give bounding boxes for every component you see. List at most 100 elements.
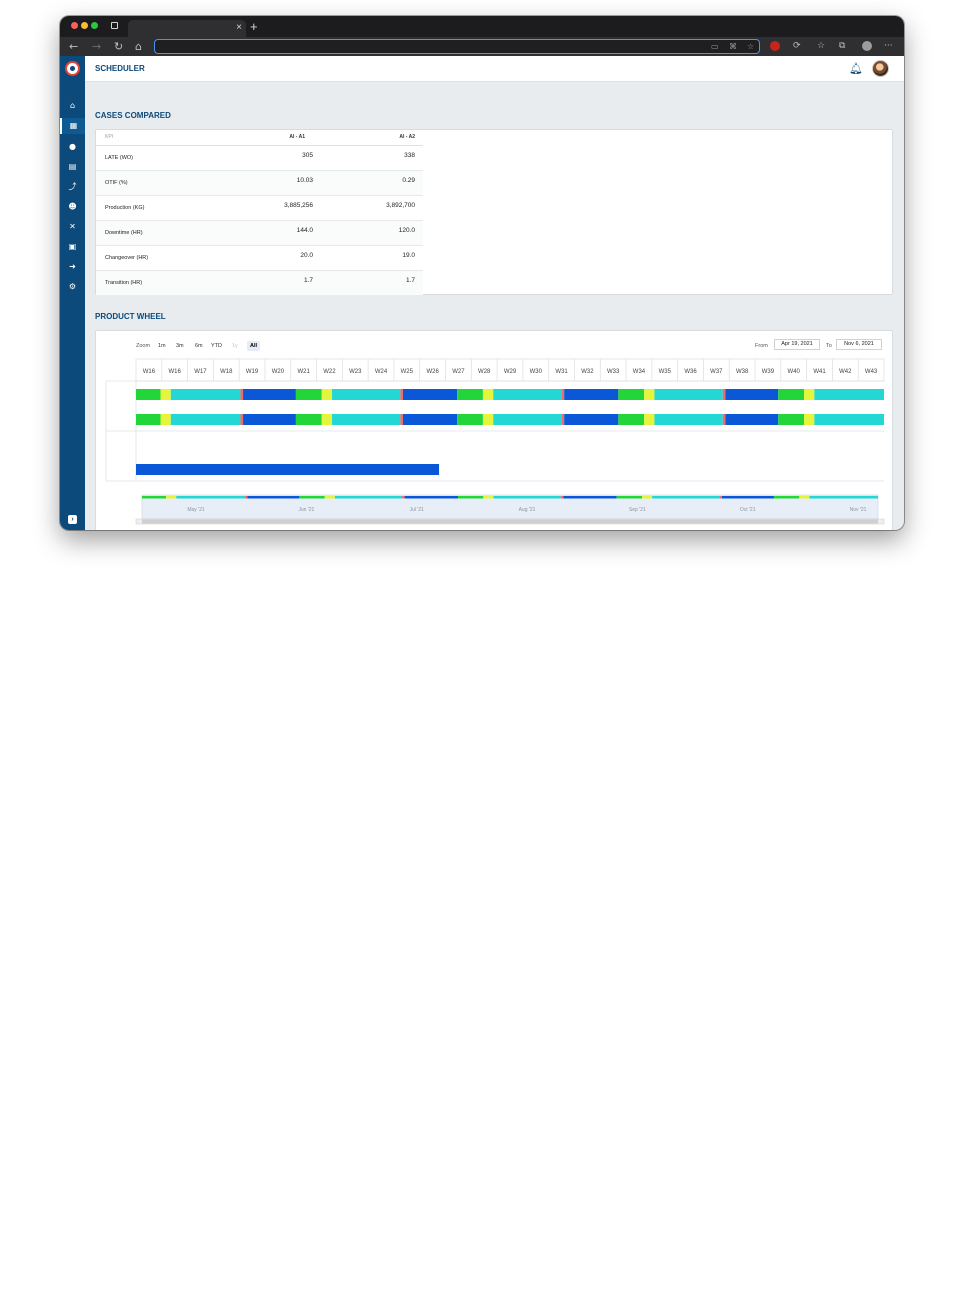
chart-icon[interactable]: ⤴ xyxy=(60,179,85,195)
navigator-window xyxy=(141,494,879,520)
week-label: W28 xyxy=(478,369,491,375)
gantt-bar xyxy=(725,389,779,400)
week-label: W22 xyxy=(323,369,336,375)
week-label: W40 xyxy=(788,369,801,375)
gantt-bar xyxy=(644,389,655,400)
browser-toolbar: ← → ↻ ⌂ ▭ ⌘ ☆ ⟳ ☆ ⧉ ··· xyxy=(60,37,904,56)
kpi-value-a2: 338 xyxy=(313,145,423,171)
gantt-bar xyxy=(160,414,171,425)
week-label: W18 xyxy=(220,369,233,375)
gantt-bar xyxy=(240,414,244,425)
profile-icon[interactable] xyxy=(862,41,872,51)
kpi-value-a2: 19.0 xyxy=(313,245,423,271)
tools-icon[interactable]: ✕ xyxy=(60,219,85,235)
calendar-icon[interactable]: ▦ xyxy=(60,118,85,134)
table-row: Downtime (HR) 144.0 120.0 xyxy=(96,220,423,246)
sign-in-icon[interactable]: ➜ xyxy=(60,259,85,275)
kpi-table: KPI AI - A1 AI - A2 LATE (WO) 305 338 OT… xyxy=(96,130,423,295)
reload-icon[interactable]: ↻ xyxy=(114,39,123,54)
browser-titlebar: × + xyxy=(60,16,904,37)
gantt-bar xyxy=(243,389,296,400)
reader-icon[interactable]: ▭ xyxy=(711,41,719,53)
more-icon[interactable]: ··· xyxy=(884,39,893,54)
week-label: W32 xyxy=(581,369,594,375)
forward-icon[interactable]: → xyxy=(92,39,101,54)
gantt-bar xyxy=(778,414,805,425)
page-title: SCHEDULER xyxy=(95,64,145,73)
kpi-table-header: KPI AI - A1 AI - A2 xyxy=(96,130,423,146)
navigator-scrollbar-thumb xyxy=(142,519,878,524)
favorite-add-icon[interactable]: ☆ xyxy=(747,41,754,53)
tab-icon xyxy=(111,22,118,29)
users-icon[interactable]: ☻ xyxy=(60,199,85,215)
week-label: W16 xyxy=(143,369,156,375)
favorites-icon[interactable]: ☆ xyxy=(817,39,825,54)
gantt-bar xyxy=(457,389,483,400)
navigator-date-label: Oct '21 xyxy=(740,507,756,513)
app-logo[interactable] xyxy=(65,61,80,76)
calculator-icon[interactable]: ▣ xyxy=(60,239,85,255)
kpi-name: Changeover (HR) xyxy=(96,245,241,271)
gantt-bar xyxy=(654,414,723,425)
week-label: W26 xyxy=(426,369,439,375)
table-row: Transition (HR) 1.7 1.7 xyxy=(96,270,423,295)
close-window-button[interactable] xyxy=(71,22,78,29)
navigator-series-mark xyxy=(334,496,403,499)
table-row: Changeover (HR) 20.0 19.0 xyxy=(96,245,423,271)
week-label: W23 xyxy=(349,369,362,375)
gantt-bar xyxy=(243,414,296,425)
week-label: W16 xyxy=(169,369,182,375)
navigator-series-mark xyxy=(404,496,458,499)
kpi-name: OTIF (%) xyxy=(96,170,241,196)
kpi-value-a1: 144.0 xyxy=(241,220,313,246)
gantt-bar xyxy=(493,414,562,425)
home-icon[interactable]: ⌂ xyxy=(135,39,142,54)
gantt-bar xyxy=(804,389,815,400)
week-label: W41 xyxy=(813,369,826,375)
cases-compared-panel: KPI AI - A1 AI - A2 LATE (WO) 305 338 OT… xyxy=(95,129,893,295)
navigator-date-label: Nov '21 xyxy=(850,507,867,513)
app-header: SCHEDULER 🔔︎ xyxy=(85,56,904,82)
grid-icon[interactable]: ⌘ xyxy=(729,41,737,53)
sync-icon[interactable]: ⟳ xyxy=(793,39,801,54)
document-icon[interactable]: ▤ xyxy=(60,159,85,175)
navigator-series-mark xyxy=(493,496,561,499)
kpi-value-a1: 305 xyxy=(241,145,313,171)
week-label: W27 xyxy=(452,369,465,375)
navigator-series-mark xyxy=(142,496,167,499)
settings-icon[interactable]: ⚙ xyxy=(60,279,85,295)
navigator-series-mark xyxy=(652,496,720,499)
back-icon[interactable]: ← xyxy=(69,39,78,54)
gantt-bar xyxy=(240,389,244,400)
week-label: W42 xyxy=(839,369,852,375)
address-bar[interactable]: ▭ ⌘ ☆ xyxy=(154,39,760,54)
collections-icon[interactable]: ⧉ xyxy=(839,39,845,54)
extension-icon[interactable] xyxy=(770,41,780,51)
navigator-date-label: Sep '21 xyxy=(629,507,646,513)
gantt-bar xyxy=(644,414,655,425)
navigator-series-mark xyxy=(641,496,653,499)
gantt-bar xyxy=(804,414,815,425)
maximize-window-button[interactable] xyxy=(91,22,98,29)
home-icon[interactable]: ⌂ xyxy=(60,98,85,114)
kpi-value-a1: 1.7 xyxy=(241,270,313,295)
navigator-series-mark xyxy=(563,496,617,499)
new-tab-icon[interactable]: + xyxy=(250,18,258,35)
user-avatar[interactable] xyxy=(872,60,889,77)
gantt-bar xyxy=(814,389,884,400)
week-label: W39 xyxy=(762,369,775,375)
sidebar-expand-icon[interactable]: › xyxy=(68,515,77,524)
gantt-bar xyxy=(814,414,884,425)
table-row: Production (KG) 3,885,256 3,892,700 xyxy=(96,195,423,221)
tab-close-icon[interactable]: × xyxy=(236,21,242,35)
kpi-value-a1: 10.03 xyxy=(241,170,313,196)
gantt-bar xyxy=(564,414,619,425)
gantt-bar xyxy=(722,414,726,425)
navigator-series-mark xyxy=(809,496,878,499)
minimize-window-button[interactable] xyxy=(81,22,88,29)
clock-icon[interactable]: ● xyxy=(60,139,85,155)
kpi-value-a1: 3,885,256 xyxy=(241,195,313,221)
notification-bell-icon[interactable]: 🔔︎ xyxy=(849,62,863,76)
gantt-bar xyxy=(136,389,161,400)
browser-tab[interactable]: × xyxy=(128,20,246,37)
